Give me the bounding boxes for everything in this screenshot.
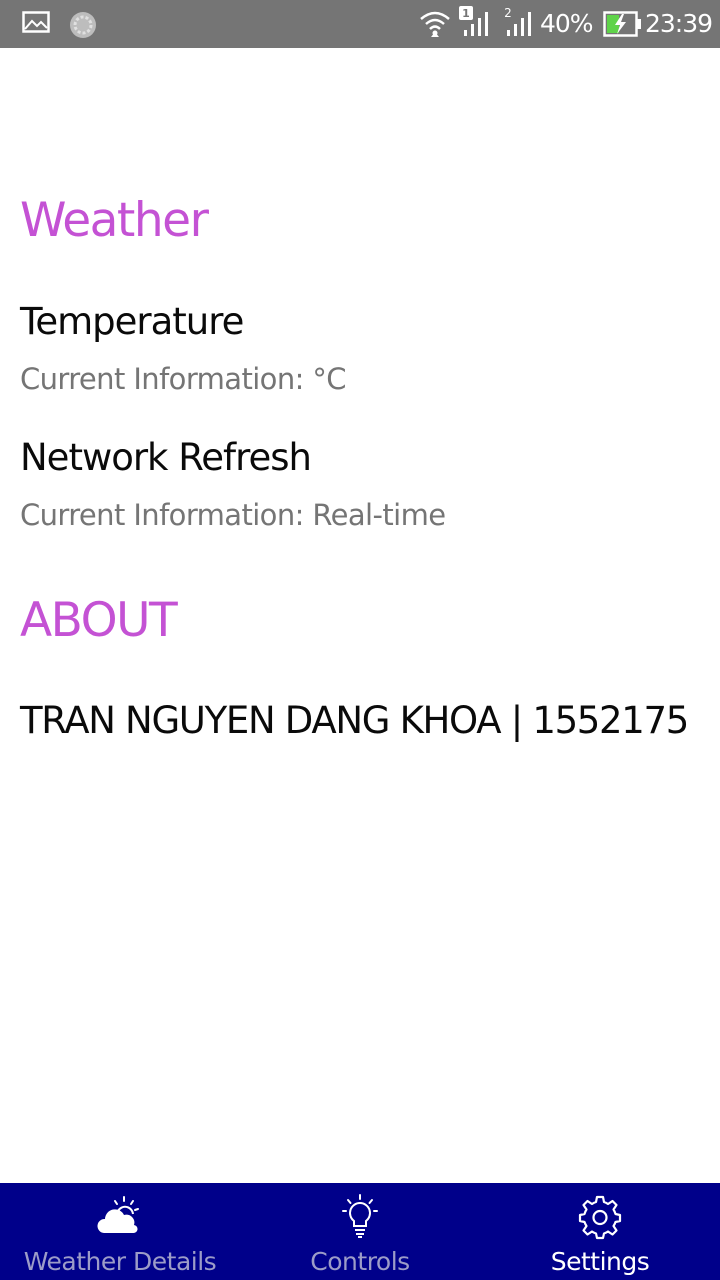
lightbulb-icon — [336, 1193, 384, 1241]
sync-icon — [68, 10, 98, 44]
nav-controls[interactable]: Controls — [240, 1183, 480, 1280]
signal-icon: 2 — [503, 4, 537, 52]
wifi-icon — [418, 8, 452, 56]
sim1-label: 1 — [462, 7, 470, 20]
gallery-icon — [22, 10, 50, 38]
sim2-label: 2 — [504, 6, 512, 20]
nav-weather-details[interactable]: Weather Details — [0, 1183, 240, 1280]
cloud-sun-icon — [96, 1193, 144, 1241]
weather-section-header: Weather — [20, 193, 209, 248]
network-refresh-title: Network Refresh — [20, 436, 312, 479]
network-refresh-summary: Current Information: Real-time — [20, 498, 446, 532]
bottom-navigation: Weather Details Controls Settings — [0, 1183, 720, 1280]
nav-settings-label: Settings — [550, 1247, 650, 1276]
temperature-summary: Current Information: °C — [20, 362, 347, 396]
about-author-text: TRAN NGUYEN DANG KHOA | 1552175 — [20, 699, 689, 742]
nav-controls-label: Controls — [310, 1247, 410, 1276]
nav-weather-details-label: Weather Details — [23, 1247, 217, 1276]
battery-percent: 40% — [540, 9, 594, 38]
status-bar: 1 2 40% 23:39 — [0, 0, 720, 48]
about-section-header: ABOUT — [20, 593, 178, 648]
battery-charging-icon — [603, 11, 643, 59]
clock: 23:39 — [645, 9, 713, 38]
temperature-title: Temperature — [20, 300, 244, 343]
nav-settings[interactable]: Settings — [480, 1183, 720, 1280]
gear-icon — [576, 1193, 624, 1241]
signal-icon: 1 — [458, 4, 496, 52]
